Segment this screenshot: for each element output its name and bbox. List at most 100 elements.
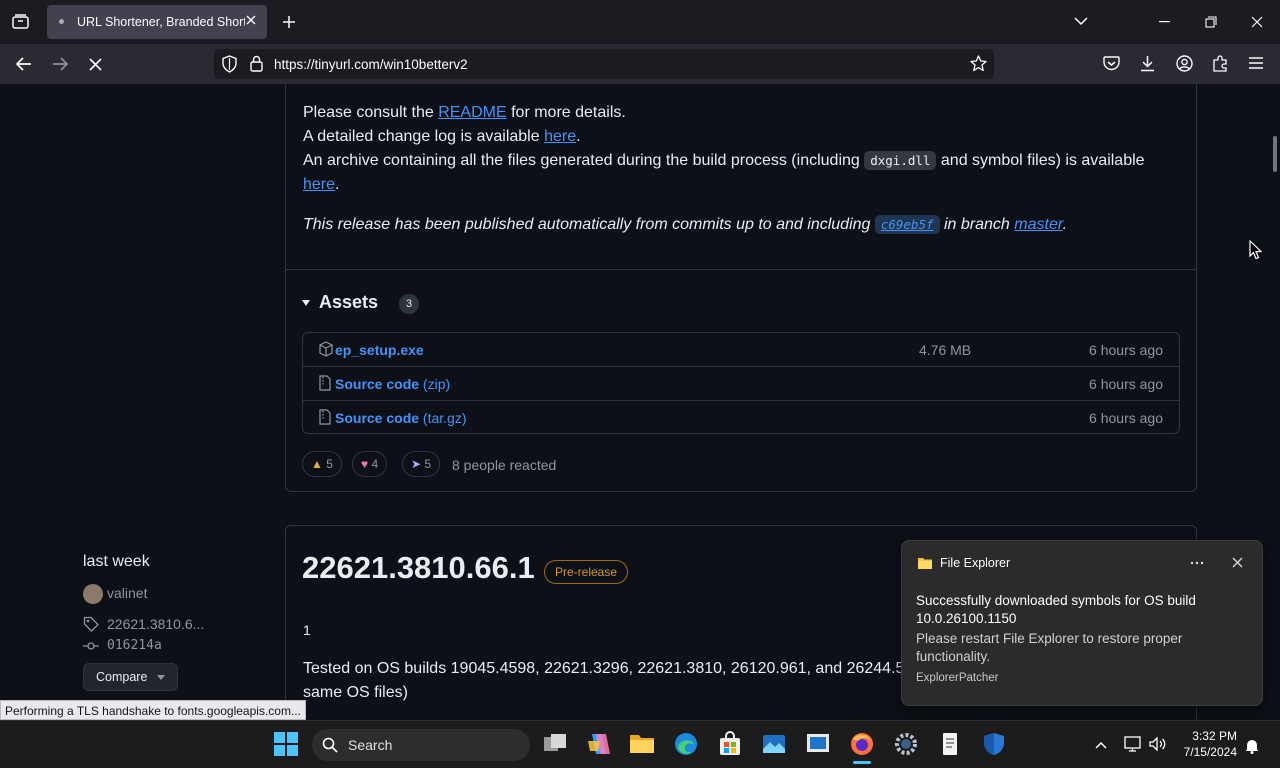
start-icon[interactable] [273,731,301,759]
app-menu-icon[interactable] [1249,57,1263,69]
list-all-tabs-icon[interactable] [1074,17,1088,26]
reaction-count: 5 [326,457,333,471]
toast-message-line: Please restart File Explorer to restore … [916,631,1183,646]
file-zip-icon [319,375,331,391]
asset-name-text[interactable]: Source code [335,376,419,392]
tag-name[interactable]: 22621.3810.6... [107,616,204,632]
extensions-icon[interactable] [1212,55,1229,72]
close-window-icon[interactable] [1251,16,1263,28]
restore-icon[interactable] [1205,16,1217,28]
task-view-icon[interactable] [542,731,570,759]
text: for more details. [506,104,626,121]
commit-sha[interactable]: 016214a [107,638,162,653]
copilot-icon[interactable] [586,731,614,759]
release-body-number: 1 [303,622,311,638]
forward-icon[interactable] [52,56,69,72]
volume-icon[interactable] [1149,737,1166,751]
account-icon[interactable] [1176,55,1193,72]
release-body-tested-cont: same OS files) [303,684,408,701]
asset-time: 6 hours ago [1089,376,1163,392]
more-options-icon[interactable] [1190,561,1204,565]
active-app-indicator [853,761,871,764]
clock-time[interactable]: 3:32 PM [1175,729,1237,743]
assets-toggle-icon[interactable] [302,299,310,307]
text: and symbol files) is available [936,152,1145,169]
asset-name[interactable]: Source code (tar.gz) [335,410,467,426]
notification-toast[interactable]: File Explorer Successfully downloaded sy… [901,540,1263,706]
taskbar-search-box[interactable]: Search [312,729,530,761]
toast-app-name: File Explorer [940,556,1011,570]
security-shield-icon[interactable] [981,731,1009,759]
edge-icon[interactable] [673,731,701,759]
bookmark-star-icon[interactable] [970,55,987,72]
asset-format[interactable]: (tar.gz) [419,410,467,426]
pocket-icon[interactable] [1103,56,1120,71]
asset-row[interactable]: Source code (tar.gz) 6 hours ago [303,400,1179,433]
asset-time: 6 hours ago [1089,342,1163,358]
tag-icon [83,616,99,632]
readme-link[interactable]: README [438,104,506,121]
asset-name-text[interactable]: Source code [335,410,419,426]
chevron-up-icon[interactable] [1095,741,1107,749]
text: . [576,128,581,145]
downloads-icon[interactable] [1140,55,1155,72]
assets-count-badge: 3 [399,294,419,314]
tab-list-icon[interactable] [12,14,29,30]
reaction-heart[interactable]: ♥ 4 [352,451,388,477]
asset-row[interactable]: ep_setup.exe 4.76 MB 6 hours ago [303,333,1179,366]
notification-bell-icon[interactable] [1245,738,1259,754]
reaction-thumbs-up[interactable]: ▲ 5 [302,451,342,477]
stop-loading-icon[interactable] [89,58,102,71]
new-tab-icon[interactable] [282,15,296,29]
text: A detailed change log is available [303,128,545,145]
search-label[interactable]: Search [348,737,392,753]
author-name[interactable]: valinet [107,585,147,601]
firefox-icon[interactable] [849,731,877,759]
lock-icon[interactable] [250,55,263,72]
store-icon[interactable] [717,731,745,759]
asset-time: 6 hours ago [1089,410,1163,426]
back-icon[interactable] [15,56,32,72]
asset-name[interactable]: Source code (zip) [335,376,450,392]
avatar [83,584,103,604]
notepad-icon[interactable] [937,731,965,759]
network-icon[interactable] [1124,736,1141,752]
assets-title[interactable]: Assets [319,292,378,313]
active-tab[interactable]: URL Shortener, Branded Short L [47,5,267,39]
photos-icon[interactable] [761,731,789,759]
clock-date[interactable]: 7/15/2024 [1175,745,1237,759]
release-note-line-2: A detailed change log is available here. [303,128,581,146]
compare-button[interactable]: Compare [83,663,178,691]
mouse-cursor-icon [1249,240,1262,260]
branch-link[interactable]: master [1014,216,1062,233]
release-title[interactable]: 22621.3810.66.1 [302,550,535,586]
tab-favicon-icon [59,19,64,24]
tracking-protection-icon[interactable] [222,55,237,73]
compare-label[interactable]: Compare [96,670,147,684]
tab-title: URL Shortener, Branded Short L [77,15,245,29]
changelog-link[interactable]: here [544,128,576,145]
commit-sha-link[interactable]: c69eb5f [874,215,940,234]
chevron-down-icon [157,675,165,680]
text: An archive containing all the files gene… [303,152,865,169]
text: . [335,176,340,193]
archive-link[interactable]: here [303,176,335,193]
file-explorer-icon[interactable] [629,731,657,759]
reaction-count: 4 [371,457,379,471]
settings-icon[interactable] [893,731,921,759]
asset-format[interactable]: (zip) [419,376,450,392]
asset-row[interactable]: Source code (zip) 6 hours ago [303,366,1179,399]
page-scrollbar-thumb[interactable] [1273,136,1277,172]
minimize-icon[interactable] [1159,21,1170,23]
close-icon[interactable] [1232,557,1243,568]
text: in branch [939,216,1015,233]
asset-name[interactable]: ep_setup.exe [335,342,424,358]
asset-size: 4.76 MB [919,342,972,358]
remote-desktop-icon[interactable] [805,731,833,759]
close-tab-icon[interactable] [245,14,257,26]
tab-bar: URL Shortener, Branded Short L [0,0,1280,44]
address-bar[interactable]: https://tinyurl.com/win10betterv2 [214,49,994,79]
reaction-rocket[interactable]: ➤ 5 [402,451,441,477]
release-note-line-3: An archive containing all the files gene… [303,151,1145,170]
url-text[interactable]: https://tinyurl.com/win10betterv2 [274,57,468,72]
